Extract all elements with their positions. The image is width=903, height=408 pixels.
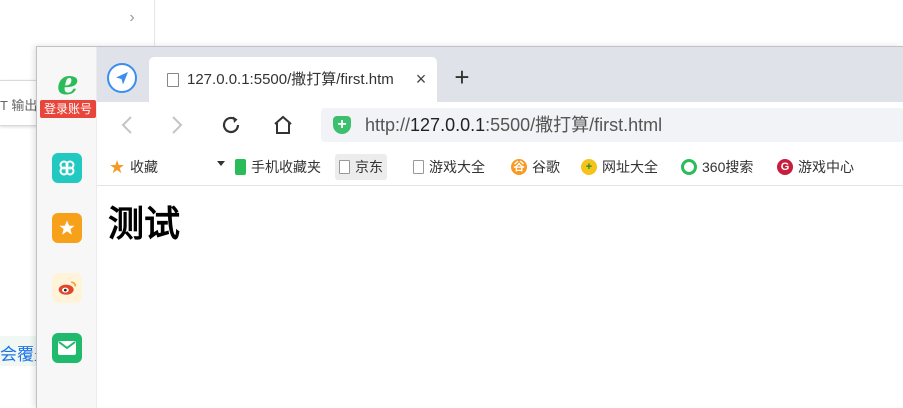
mail-icon[interactable] xyxy=(52,333,82,363)
browser-window: e 登录账号 127.0.0.1:5500/撒打算/first.htm × + xyxy=(36,46,903,408)
url-text[interactable]: http://127.0.0.1:5500/撒打算/first.html xyxy=(365,114,662,136)
page-heading: 测试 xyxy=(108,204,181,245)
game-center-icon: G xyxy=(777,159,793,175)
chevron-down-icon[interactable] xyxy=(217,161,225,166)
clover-icon[interactable] xyxy=(52,153,82,183)
navigation-icon: + xyxy=(581,159,597,175)
reload-button[interactable] xyxy=(217,111,245,139)
back-button[interactable] xyxy=(113,111,141,139)
bookmark-label: 手机收藏夹 xyxy=(251,159,321,175)
bookmarks-bar: ★ 收藏 手机收藏夹 京东 游戏大全 谷谷歌 + 网址大全 360搜索 G 游戏中心 xyxy=(97,148,903,186)
navigation-arrow-icon[interactable] xyxy=(107,63,137,93)
weibo-icon[interactable] xyxy=(52,273,82,303)
bookmark-label: 谷歌 xyxy=(532,159,560,175)
bookmark-360-search[interactable]: 360搜索 xyxy=(681,154,753,180)
browser-logo-icon: e xyxy=(57,63,79,103)
url-scheme: http:// xyxy=(365,115,411,135)
chevron-right-icon[interactable]: › xyxy=(124,10,140,26)
document-icon xyxy=(339,160,350,174)
bookmark-game-center[interactable]: G 游戏中心 xyxy=(777,154,854,180)
url-path: :5500/撒打算/first.html xyxy=(485,115,663,135)
security-shield-icon[interactable]: + xyxy=(333,116,351,134)
background-tip: 会覆盖 xyxy=(0,336,40,366)
bookmark-label: 收藏 xyxy=(130,159,158,175)
navigation-toolbar: + http://127.0.0.1:5500/撒打算/first.html xyxy=(97,102,903,148)
star-icon[interactable] xyxy=(52,213,82,243)
background-output-label: T 输出 xyxy=(0,98,38,113)
tab-strip: 127.0.0.1:5500/撒打算/first.htm × + xyxy=(97,47,903,102)
login-account-button[interactable]: 登录账号 xyxy=(40,100,96,118)
bookmark-label: 游戏中心 xyxy=(798,159,854,175)
close-tab-button[interactable]: × xyxy=(411,69,431,89)
bookmark-games[interactable]: 游戏大全 xyxy=(413,154,485,180)
bookmark-mobile-favorites[interactable]: 手机收藏夹 xyxy=(235,154,321,180)
bookmark-label: 游戏大全 xyxy=(429,159,485,175)
address-bar[interactable]: + http://127.0.0.1:5500/撒打算/first.html xyxy=(321,108,903,142)
bookmark-label: 网址大全 xyxy=(602,159,658,175)
bookmark-label: 360搜索 xyxy=(702,159,754,175)
forward-button[interactable] xyxy=(163,111,191,139)
home-button[interactable] xyxy=(269,111,297,139)
google-icon: 谷 xyxy=(511,159,527,175)
tab-first-html[interactable]: 127.0.0.1:5500/撒打算/first.htm × xyxy=(149,57,437,102)
document-icon xyxy=(413,160,424,174)
bookmark-label: 京东 xyxy=(355,159,383,175)
bookmark-google[interactable]: 谷谷歌 xyxy=(511,154,560,180)
new-tab-button[interactable]: + xyxy=(449,64,475,91)
star-icon: ★ xyxy=(109,157,126,177)
phone-icon xyxy=(235,159,246,175)
background-tip-text: 会覆盖 xyxy=(0,345,40,364)
url-host: 127.0.0.1 xyxy=(410,115,486,135)
tab-title: 127.0.0.1:5500/撒打算/first.htm xyxy=(187,71,394,88)
browser-logo[interactable]: e 登录账号 xyxy=(40,65,96,121)
bookmark-hao123[interactable]: + 网址大全 xyxy=(581,154,658,180)
document-icon xyxy=(167,73,179,87)
bookmark-favorites[interactable]: ★ 收藏 xyxy=(109,154,158,180)
browser-sidebar: e 登录账号 xyxy=(37,47,97,408)
bookmark-jd[interactable]: 京东 xyxy=(335,154,387,180)
search360-icon xyxy=(681,159,697,175)
page-content: 测试 xyxy=(97,187,903,408)
